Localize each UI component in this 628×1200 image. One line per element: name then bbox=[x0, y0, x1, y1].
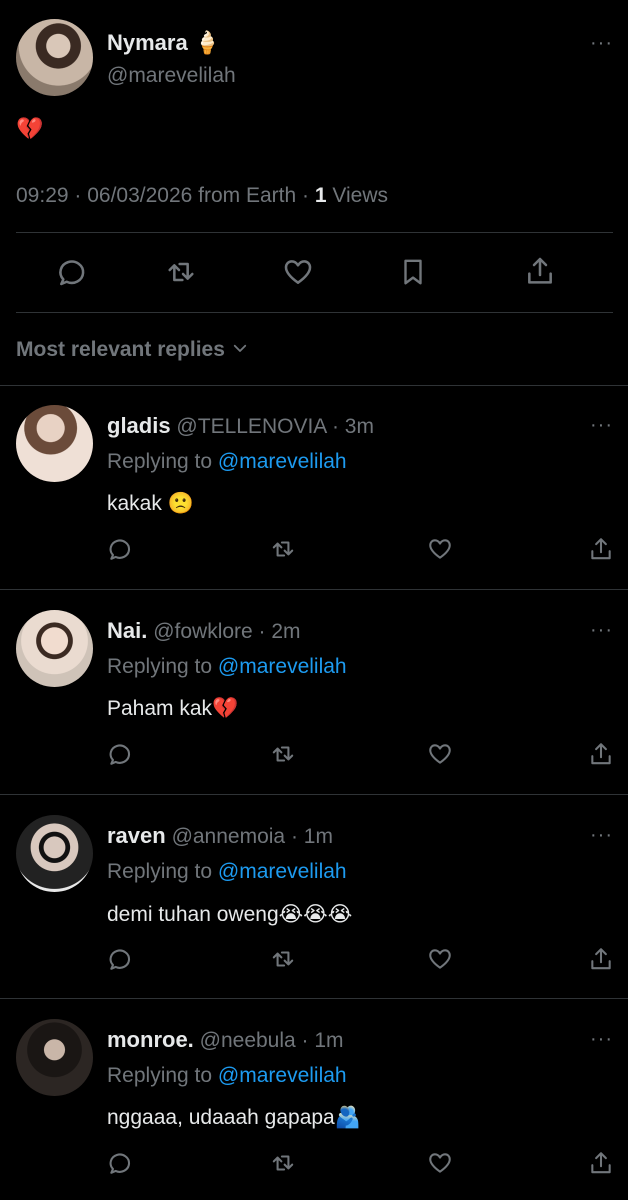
avatar[interactable] bbox=[16, 610, 93, 687]
replying-label: Replying to bbox=[107, 1064, 218, 1087]
tweet-timestamp: 09:29 · 06/03/2026 from Earth · bbox=[16, 184, 315, 207]
retweet-icon[interactable] bbox=[270, 946, 296, 972]
like-icon[interactable] bbox=[427, 536, 453, 562]
reply-time: · 2m bbox=[252, 620, 301, 643]
divider-reply bbox=[0, 589, 628, 590]
reply-icon[interactable] bbox=[56, 256, 88, 288]
like-icon[interactable] bbox=[282, 256, 314, 288]
more-icon[interactable]: ··· bbox=[590, 1029, 613, 1049]
reply-item[interactable]: monroe. @neebula · 1m ··· Replying to @m… bbox=[0, 1014, 628, 1200]
like-icon[interactable] bbox=[427, 946, 453, 972]
share-icon[interactable] bbox=[588, 1150, 614, 1176]
reply-time: · 1m bbox=[295, 1029, 344, 1052]
reply-icon[interactable] bbox=[107, 536, 133, 562]
reply-time: · 3m bbox=[326, 415, 374, 438]
replies-sort-label: Most relevant replies bbox=[16, 338, 225, 361]
retweet-icon[interactable] bbox=[270, 1150, 296, 1176]
replying-label: Replying to bbox=[107, 860, 218, 883]
author-name-text: Nymara bbox=[107, 30, 188, 55]
share-icon[interactable] bbox=[588, 741, 614, 767]
reply-item[interactable]: gladis @TELLENOVIA · 3m ··· Replying to … bbox=[0, 400, 628, 588]
replying-label: Replying to bbox=[107, 655, 218, 678]
retweet-icon[interactable] bbox=[270, 741, 296, 767]
reply-author-handle[interactable]: @TELLENOVIA bbox=[176, 415, 326, 438]
reply-text: nggaaa, udaaah gapapa🫂 bbox=[107, 1106, 361, 1129]
reply-time: · 1m bbox=[285, 825, 333, 848]
reply-author-handle[interactable]: @annemoia bbox=[172, 825, 286, 848]
avatar[interactable] bbox=[16, 1019, 93, 1096]
like-icon[interactable] bbox=[427, 1150, 453, 1176]
divider-top bbox=[16, 232, 613, 233]
divider-actions bbox=[16, 312, 613, 313]
tweet-text: 💔 bbox=[16, 117, 44, 142]
reply-text: Paham kak💔 bbox=[107, 697, 239, 720]
more-icon[interactable]: ··· bbox=[590, 415, 613, 435]
reply-icon[interactable] bbox=[107, 1150, 133, 1176]
reply-item[interactable]: raven @annemoia · 1m ··· Replying to @ma… bbox=[0, 810, 628, 998]
views-count: 1 bbox=[314, 184, 327, 207]
reply-author-handle[interactable]: @neebula bbox=[200, 1029, 296, 1052]
retweet-icon[interactable] bbox=[270, 536, 296, 562]
avatar[interactable] bbox=[16, 815, 93, 892]
more-icon[interactable]: ··· bbox=[590, 620, 613, 640]
replying-to-link[interactable]: @marevelilah bbox=[218, 1064, 347, 1087]
share-icon[interactable] bbox=[588, 536, 614, 562]
reply-author-name[interactable]: monroe. bbox=[107, 1027, 194, 1052]
more-icon[interactable]: ··· bbox=[590, 33, 613, 53]
share-icon[interactable] bbox=[524, 255, 556, 287]
bookmark-icon[interactable] bbox=[398, 257, 428, 287]
author-handle[interactable]: @marevelilah bbox=[107, 64, 236, 88]
chevron-down-icon bbox=[233, 344, 246, 352]
reply-icon[interactable] bbox=[107, 946, 133, 972]
reply-item[interactable]: Nai. @fowklore · 2m ··· Replying to @mar… bbox=[0, 605, 628, 793]
retweet-icon[interactable] bbox=[165, 256, 197, 288]
like-icon[interactable] bbox=[427, 741, 453, 767]
replying-to-link[interactable]: @marevelilah bbox=[218, 450, 347, 473]
author-name-emoji: 🍦 bbox=[193, 31, 222, 56]
replies-sort-dropdown[interactable]: Most relevant replies bbox=[16, 338, 249, 362]
tweet-meta: 09:29 · 06/03/2026 from Earth · 1 Views bbox=[16, 184, 388, 208]
replying-to-link[interactable]: @marevelilah bbox=[218, 655, 347, 678]
share-icon[interactable] bbox=[588, 946, 614, 972]
reply-icon[interactable] bbox=[107, 741, 133, 767]
reply-author-handle[interactable]: @fowklore bbox=[153, 620, 253, 643]
author-name[interactable]: Nymara 🍦 bbox=[107, 30, 221, 56]
author-avatar[interactable] bbox=[16, 19, 93, 96]
divider-reply bbox=[0, 794, 628, 795]
reply-text: kakak 🙁 bbox=[107, 492, 194, 515]
views-label: Views bbox=[326, 184, 389, 207]
reply-author-name[interactable]: Nai. bbox=[107, 618, 147, 643]
reply-author-name[interactable]: gladis bbox=[107, 413, 171, 438]
reply-author-name[interactable]: raven bbox=[107, 823, 166, 848]
divider-reply bbox=[0, 998, 628, 999]
replying-label: Replying to bbox=[107, 450, 218, 473]
avatar[interactable] bbox=[16, 405, 93, 482]
divider-replies-top bbox=[0, 385, 628, 386]
reply-text: demi tuhan oweng😭😭😭 bbox=[107, 903, 353, 926]
more-icon[interactable]: ··· bbox=[590, 825, 613, 845]
replying-to-link[interactable]: @marevelilah bbox=[218, 860, 347, 883]
